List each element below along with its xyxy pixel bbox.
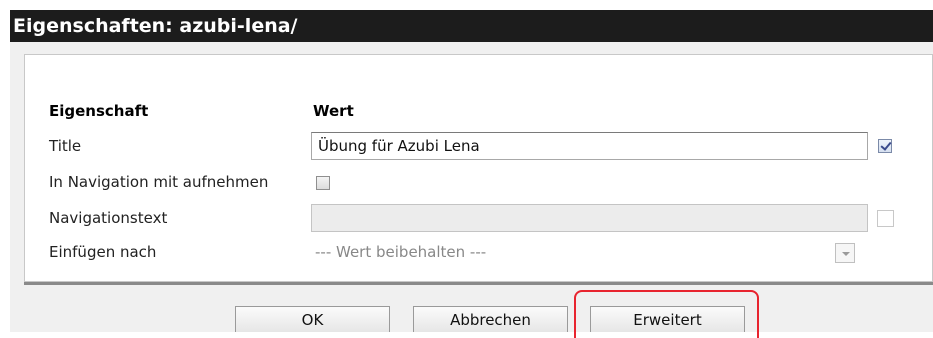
ok-button[interactable]: OK	[235, 306, 390, 332]
dialog-title: Eigenschaften: azubi-lena/	[10, 10, 933, 42]
navigation-text-label: Navigationstext	[49, 209, 168, 227]
insert-after-select[interactable]: --- Wert beibehalten ---	[315, 243, 486, 261]
chevron-down-icon[interactable]	[835, 243, 855, 263]
title-apply-checkbox[interactable]	[878, 139, 892, 153]
navigation-text-input[interactable]	[311, 204, 868, 232]
in-navigation-checkbox[interactable]	[316, 176, 330, 190]
in-navigation-label: In Navigation mit aufnehmen	[49, 173, 269, 191]
column-header-value: Wert	[313, 102, 354, 120]
properties-dialog: Eigenschaft Wert Title Übung für Azubi L…	[10, 42, 933, 338]
navigation-text-apply-checkbox[interactable]	[877, 210, 894, 227]
insert-after-label: Einfügen nach	[49, 243, 157, 261]
cancel-button[interactable]: Abbrechen	[413, 306, 568, 332]
highlight-annotation	[574, 290, 759, 338]
panel-divider	[24, 282, 933, 285]
properties-panel: Eigenschaft Wert Title Übung für Azubi L…	[24, 54, 933, 282]
column-header-property: Eigenschaft	[49, 102, 149, 120]
title-label: Title	[49, 137, 82, 155]
title-input[interactable]: Übung für Azubi Lena	[311, 132, 868, 160]
